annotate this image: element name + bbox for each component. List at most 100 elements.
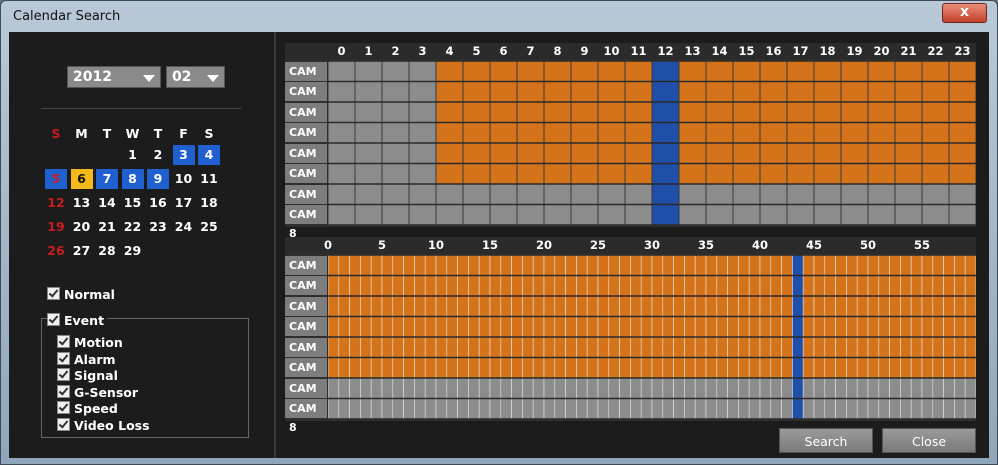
- close-button[interactable]: Close: [882, 428, 976, 453]
- timeline-cell[interactable]: [543, 398, 556, 420]
- timeline-cell[interactable]: [424, 336, 437, 358]
- timeline-cell[interactable]: [813, 163, 842, 185]
- timeline-cell[interactable]: [867, 336, 880, 358]
- timeline-cell[interactable]: [878, 357, 890, 379]
- timeline-cell[interactable]: [813, 398, 826, 420]
- timeline-cell[interactable]: [684, 255, 696, 276]
- timeline-cell[interactable]: [408, 142, 437, 164]
- timeline-cell[interactable]: [597, 101, 626, 123]
- timeline-cell[interactable]: [570, 61, 599, 82]
- timeline-cell[interactable]: [759, 275, 772, 297]
- timeline-cell[interactable]: [349, 357, 361, 379]
- timeline-cell[interactable]: [403, 336, 415, 358]
- timeline-cell[interactable]: [867, 204, 896, 226]
- timeline-cell[interactable]: [338, 275, 350, 297]
- timeline-cell[interactable]: [511, 336, 523, 358]
- timeline-cell[interactable]: [727, 275, 739, 297]
- timeline-cell[interactable]: [813, 336, 826, 358]
- timeline-cell[interactable]: [543, 336, 556, 358]
- timeline-cell[interactable]: [943, 357, 955, 379]
- timeline-cell[interactable]: [489, 101, 518, 123]
- timeline-cell[interactable]: [705, 163, 734, 185]
- timeline-cell[interactable]: [910, 398, 923, 420]
- timeline-cell[interactable]: [813, 142, 842, 164]
- timeline-cell[interactable]: [792, 336, 804, 358]
- timeline-cell[interactable]: [738, 316, 750, 338]
- timeline-cell[interactable]: [522, 295, 534, 317]
- timeline-cell[interactable]: [457, 398, 469, 420]
- timeline-cell[interactable]: [392, 295, 404, 317]
- timeline-cell[interactable]: [846, 357, 858, 379]
- timeline-cell[interactable]: [570, 183, 599, 205]
- timeline-cell[interactable]: [770, 377, 782, 399]
- timeline-cell[interactable]: [408, 183, 437, 205]
- timeline-cell[interactable]: [532, 275, 545, 297]
- timeline-cell[interactable]: [781, 357, 793, 379]
- timeline-cell[interactable]: [964, 336, 976, 358]
- timeline-cell[interactable]: [846, 316, 858, 338]
- timeline-cell[interactable]: [738, 275, 750, 297]
- timeline-cell[interactable]: [435, 142, 464, 164]
- timeline-cell[interactable]: [543, 81, 572, 103]
- timeline-cell[interactable]: [781, 275, 793, 297]
- timeline-cell[interactable]: [662, 275, 674, 297]
- timeline-cell[interactable]: [964, 255, 976, 276]
- timeline-cell[interactable]: [360, 275, 372, 297]
- timeline-cell[interactable]: [554, 377, 566, 399]
- timeline-cell[interactable]: [565, 316, 577, 338]
- timeline-cell[interactable]: [570, 204, 599, 226]
- timeline-cell[interactable]: [964, 295, 976, 317]
- timeline-cell[interactable]: [954, 336, 966, 358]
- event-checkbox[interactable]: Event: [47, 313, 108, 328]
- timeline-cell[interactable]: [640, 316, 653, 338]
- timeline-cell[interactable]: [489, 163, 518, 185]
- timeline-cell[interactable]: [792, 377, 804, 399]
- timeline-cell[interactable]: [900, 398, 912, 420]
- timeline-cell[interactable]: [489, 183, 518, 205]
- timeline-cell[interactable]: [624, 81, 653, 103]
- timeline-cell[interactable]: [748, 255, 761, 276]
- timeline-cell[interactable]: [381, 204, 410, 226]
- timeline-cell[interactable]: [597, 398, 610, 420]
- timeline-cell[interactable]: [532, 295, 545, 317]
- timeline-cell[interactable]: [824, 336, 836, 358]
- timeline-cell[interactable]: [511, 295, 523, 317]
- calendar-day-27[interactable]: 27: [71, 241, 93, 261]
- timeline-cell[interactable]: [889, 398, 901, 420]
- timeline-cell[interactable]: [705, 398, 718, 420]
- timeline-cell[interactable]: [846, 377, 858, 399]
- timeline-cell[interactable]: [565, 377, 577, 399]
- timeline-cell[interactable]: [954, 316, 966, 338]
- timeline-cell[interactable]: [759, 336, 772, 358]
- timeline-cell[interactable]: [354, 204, 383, 226]
- timeline-cell[interactable]: [651, 101, 680, 123]
- timeline-cell[interactable]: [867, 357, 880, 379]
- timeline-cell[interactable]: [867, 377, 880, 399]
- timeline-cell[interactable]: [435, 255, 448, 276]
- calendar-day-22[interactable]: 22: [122, 217, 144, 237]
- timeline-cell[interactable]: [354, 163, 383, 185]
- timeline-cell[interactable]: [608, 377, 620, 399]
- timeline-cell[interactable]: [630, 398, 642, 420]
- timeline-cell[interactable]: [349, 295, 361, 317]
- timeline-cell[interactable]: [662, 377, 674, 399]
- timeline-cell[interactable]: [835, 377, 847, 399]
- timeline-cell[interactable]: [651, 122, 680, 144]
- timeline-cell[interactable]: [964, 398, 976, 420]
- timeline-cell[interactable]: [727, 377, 739, 399]
- timeline-cell[interactable]: [619, 255, 631, 276]
- timeline-cell[interactable]: [570, 163, 599, 185]
- calendar-day-24[interactable]: 24: [173, 217, 195, 237]
- timeline-cell[interactable]: [543, 316, 556, 338]
- timeline-cell[interactable]: [435, 336, 448, 358]
- timeline-cell[interactable]: [705, 316, 718, 338]
- timeline-cell[interactable]: [894, 122, 923, 144]
- timeline-cell[interactable]: [813, 183, 842, 205]
- timeline-cell[interactable]: [921, 122, 950, 144]
- timeline-cell[interactable]: [516, 61, 545, 82]
- timeline-cell[interactable]: [705, 61, 734, 82]
- timeline-cell[interactable]: [328, 163, 356, 185]
- timeline-cell[interactable]: [468, 255, 480, 276]
- timeline-cell[interactable]: [403, 398, 415, 420]
- timeline-cell[interactable]: [705, 122, 734, 144]
